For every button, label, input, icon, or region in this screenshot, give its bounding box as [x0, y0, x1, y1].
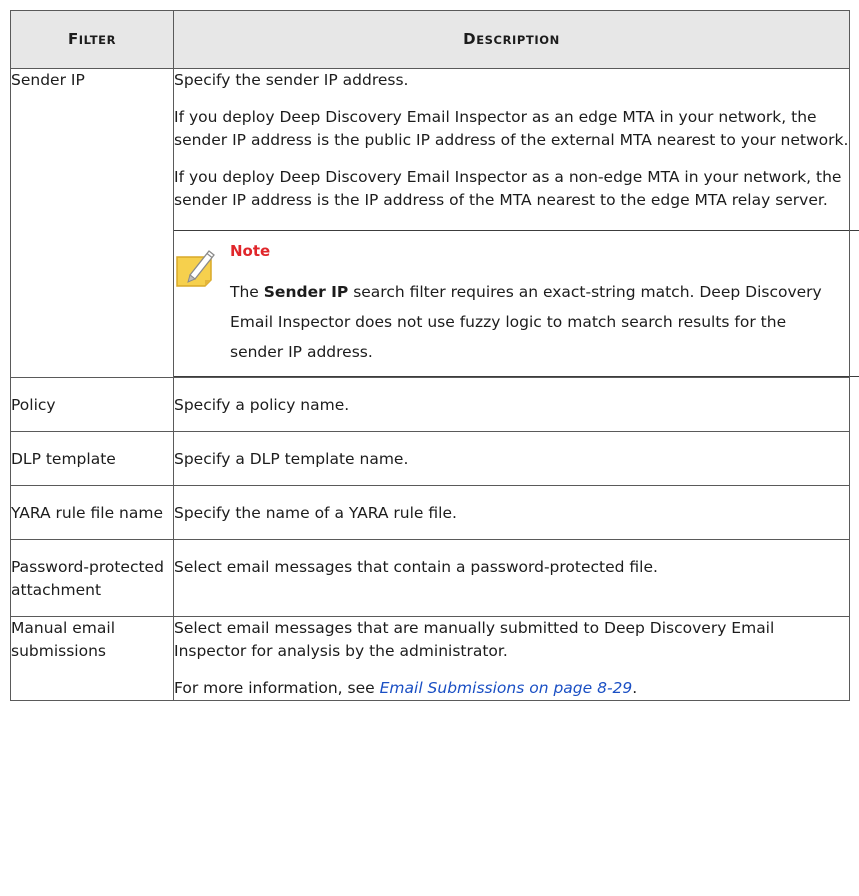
description-paragraph: Select email messages that are manually …	[174, 619, 775, 660]
note-bold-term: Sender IP	[263, 283, 349, 301]
table-row: Password-protected attachment Select ema…	[10, 539, 850, 617]
description-column-header: DESCRIPTION	[173, 10, 850, 69]
description-paragraph: Specify the sender IP address.	[174, 71, 409, 89]
filter-cell: YARA rule file name	[10, 485, 174, 540]
description-paragraph: If you deploy Deep Discovery Email Inspe…	[174, 108, 849, 149]
filter-cell: Sender IP	[10, 68, 174, 378]
description-paragraph: If you deploy Deep Discovery Email Inspe…	[174, 168, 842, 209]
filter-cell: DLP template	[10, 431, 174, 486]
description-cell: Specify a policy name.	[173, 377, 850, 432]
description-cell: Specify a DLP template name.	[173, 431, 850, 486]
note-title: Note	[230, 242, 271, 260]
description-cell: Specify the sender IP address. If you de…	[173, 68, 859, 378]
filter-cell: Manual email submissions	[10, 616, 174, 701]
table-row: Policy Specify a policy name.	[10, 377, 850, 432]
description-cell: Select email messages that contain a pas…	[173, 539, 850, 617]
note-text: The Sender IP search filter requires an …	[230, 283, 822, 361]
email-submissions-link[interactable]: Email Submissions on page 8-29	[380, 679, 633, 697]
description-paragraph: For more information, see Email Submissi…	[174, 679, 638, 697]
table-header-row: FILTER DESCRIPTION	[10, 10, 850, 69]
table-row: YARA rule file name Specify the name of …	[10, 485, 850, 540]
description-cell: Select email messages that are manually …	[173, 616, 850, 701]
note-pencil-icon	[176, 250, 215, 287]
note-box: Note The Sender IP search filter require…	[174, 230, 859, 377]
table-row: Sender IP Specify the sender IP address.…	[10, 68, 859, 378]
filter-table: FILTER DESCRIPTION Sender IP Specify the…	[10, 10, 859, 701]
filter-cell: Password-protected attachment	[10, 539, 174, 617]
filter-column-header: FILTER	[10, 10, 174, 69]
filter-cell: Policy	[10, 377, 174, 432]
table-row: DLP template Specify a DLP template name…	[10, 431, 850, 486]
table-row: Manual email submissions Select email me…	[10, 616, 850, 701]
description-cell: Specify the name of a YARA rule file.	[173, 485, 850, 540]
